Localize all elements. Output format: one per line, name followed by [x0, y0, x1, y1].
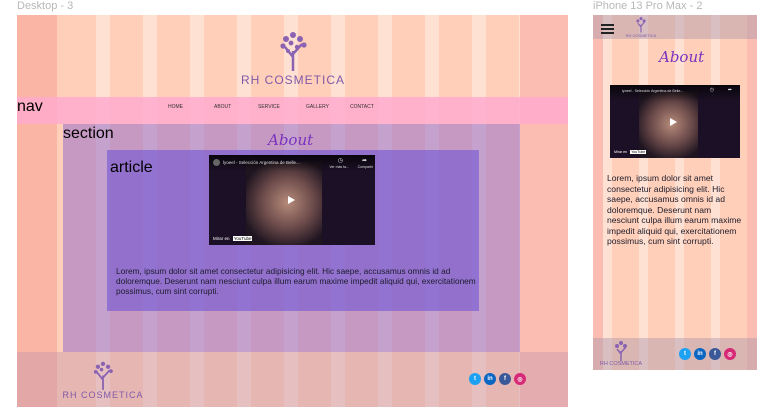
mobile-social-links: t in f ◎	[679, 348, 736, 360]
about-heading: About	[268, 131, 314, 149]
mobile-video-embed[interactable]: lyoeel - Selección Argentina de Belle...…	[610, 85, 740, 158]
share-icon[interactable]: ➦	[362, 157, 367, 164]
instagram-icon[interactable]: ◎	[514, 373, 526, 385]
footer-brand-name: RH COSMETICA	[62, 390, 144, 400]
article-overlay-label: article	[110, 159, 153, 176]
play-icon[interactable]	[670, 118, 677, 126]
header-logo[interactable]: RH COSMETICA	[238, 27, 348, 87]
youtube-logo-icon: YouTube	[630, 150, 647, 154]
brand-name: RH COSMETICA	[240, 73, 345, 87]
linkedin-icon[interactable]: in	[484, 373, 496, 385]
mobile-about-heading: About	[659, 48, 705, 66]
about-paragraph: Lorem, ipsum dolor sit amet consectetur …	[116, 266, 476, 296]
section-overlay-label: section	[63, 125, 114, 142]
mobile-frame-label: iPhone 13 Pro Max - 2	[593, 0, 703, 12]
watch-on-label: Mirar en	[213, 236, 230, 241]
mobile-watch-on-label: Mirar en	[614, 150, 628, 154]
nav-link-about[interactable]: ABOUT	[214, 104, 231, 110]
nav-link-gallery[interactable]: GALLERY	[306, 104, 329, 110]
youtube-logo-icon: YouTube	[232, 236, 253, 241]
watch-later-label: Ver más ta...	[329, 165, 349, 169]
facebook-icon[interactable]: f	[709, 348, 721, 360]
nav-link-home[interactable]: HOME	[168, 104, 183, 110]
hamburger-menu-icon[interactable]	[601, 22, 614, 36]
tree-logo-icon	[615, 341, 627, 361]
clock-icon[interactable]: ◷	[710, 87, 714, 93]
tree-logo-icon	[636, 17, 646, 33]
mobile-footer-brand-name: RH COSMETICA	[599, 361, 643, 367]
channel-avatar	[213, 159, 220, 166]
share-icon[interactable]: ➦	[728, 87, 732, 93]
video-embed[interactable]: lyoeel - Selección Argentina de Belle...…	[209, 155, 375, 245]
watch-on-youtube[interactable]: Mirar en YouTube	[213, 236, 253, 241]
desktop-frame-label: Desktop - 3	[17, 0, 74, 12]
mobile-brand-name: RH COSMETICA	[625, 33, 657, 38]
mobile-video-title[interactable]: lyoeel - Selección Argentina de Belle...	[622, 89, 683, 93]
mobile-header-logo[interactable]: RH COSMETICA	[621, 15, 661, 38]
mobile-nav-bar	[593, 15, 757, 39]
nav-link-service[interactable]: SERVICE	[258, 104, 280, 110]
mobile-about-paragraph: Lorem, ipsum dolor sit amet consectetur …	[607, 173, 742, 246]
video-thumbnail	[245, 162, 322, 245]
nav-bar: HOME ABOUT SERVICE GALLERY CONTACT	[17, 97, 568, 124]
social-links: t in f ◎	[469, 373, 526, 385]
facebook-icon[interactable]: f	[499, 373, 511, 385]
share-label: Compartir	[357, 165, 373, 169]
tree-logo-icon	[280, 32, 307, 71]
clock-icon[interactable]: ◷	[338, 157, 343, 164]
nav-overlay-label: nav	[17, 98, 43, 115]
play-icon[interactable]	[288, 196, 295, 204]
linkedin-icon[interactable]: in	[694, 348, 706, 360]
nav-link-contact[interactable]: CONTACT	[350, 104, 374, 110]
desktop-frame: RH COSMETICA HOME ABOUT SERVICE GALLERY …	[17, 15, 568, 407]
instagram-icon[interactable]: ◎	[724, 348, 736, 360]
footer-logo[interactable]: RH COSMETICA	[59, 358, 147, 400]
video-title[interactable]: lyoeel - Selección Argentina de Belle...	[223, 160, 300, 165]
mobile-frame: RH COSMETICA About lyoeel - Selección Ar…	[593, 15, 757, 370]
mobile-watch-on-youtube[interactable]: Mirar en YouTube	[614, 150, 647, 154]
mobile-video-top-bar: lyoeel - Selección Argentina de Belle...…	[610, 85, 740, 101]
tree-logo-icon	[93, 361, 113, 390]
video-top-bar: lyoeel - Selección Argentina de Belle...…	[209, 155, 375, 171]
mobile-footer-logo[interactable]: RH COSMETICA	[593, 339, 649, 367]
twitter-icon[interactable]: t	[469, 373, 481, 385]
twitter-icon[interactable]: t	[679, 348, 691, 360]
